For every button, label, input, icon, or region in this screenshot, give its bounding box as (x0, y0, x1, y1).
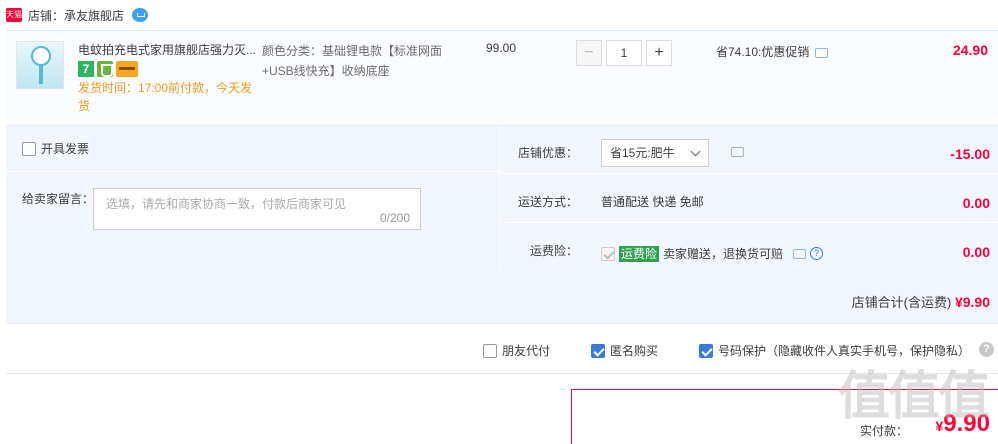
invoice-checkbox[interactable] (22, 141, 36, 156)
number-protect-checkbox[interactable] (699, 343, 713, 358)
coupon-selected-value: 省15元:肥牛 (610, 146, 675, 160)
shop-total: 店铺合计(含运费) ¥9.90 (852, 292, 990, 311)
guarantee-shield-icon (97, 61, 113, 77)
insurance-message-icon[interactable] (793, 248, 807, 259)
seven-day-return-icon: 7 (78, 61, 94, 77)
shipping-method: 普通配送 快递 免邮 (601, 195, 704, 209)
anonymous-checkbox[interactable] (591, 343, 605, 358)
invoice-label: 开具发票 (41, 142, 90, 156)
item-subtotal: 24.90 (952, 42, 988, 58)
discount-text: 省74.10:优惠促销 (716, 45, 810, 59)
service-icons: 7 (78, 61, 138, 77)
insurance-amount: 0.00 (962, 244, 990, 260)
divider (6, 171, 500, 172)
anonymous-option[interactable]: 匿名购买 (591, 342, 658, 359)
unit-price: 99.00 (486, 41, 517, 55)
insurance-info: 运费险 卖家赠送，退换货可赔 ? (601, 245, 824, 262)
cart-item-row: 电蚊拍充电式家用旗舰店强力灭... 7 发货时间：17:00前付款，今天发货 颜… (6, 30, 998, 126)
friend-pay-checkbox[interactable] (483, 343, 497, 358)
insurance-row: 运费险： 运费险 卖家赠送，退换货可赔 ? 0.00 (501, 224, 998, 271)
coupon-message-icon[interactable] (731, 147, 744, 157)
watermark: 值值值 (837, 368, 990, 426)
order-options-panel: 开具发票 给卖家留言： 选填，请先和商家协商一致，付款后商家可见 0/200 店… (6, 126, 998, 324)
quantity-increase-button[interactable]: + (646, 40, 672, 66)
quantity-input[interactable]: 1 (606, 40, 642, 66)
coupon-label: 店铺优惠： (517, 146, 578, 160)
insurance-tag: 运费险 (619, 245, 660, 262)
quantity-decrease-button[interactable]: − (576, 40, 602, 66)
shop-total-label: 店铺合计(含运费) (851, 295, 952, 310)
shipping-amount: 0.00 (962, 195, 990, 211)
product-title-link[interactable]: 电蚊拍充电式家用旗舰店强力灭... (78, 41, 258, 59)
friend-pay-option[interactable]: 朋友代付 (483, 342, 550, 359)
shop-coupon-row: 店铺优惠： 省15元:肥牛 -15.00 (501, 126, 998, 174)
product-thumbnail[interactable] (16, 41, 64, 89)
invoice-option[interactable]: 开具发票 (22, 140, 89, 157)
friend-pay-label: 朋友代付 (502, 344, 551, 358)
shipping-label: 运送方式： (517, 195, 578, 209)
message-char-count: 0/200 (379, 211, 410, 225)
chevron-down-icon (690, 146, 701, 157)
coupon-amount: -15.00 (950, 146, 990, 162)
coupon-select[interactable]: 省15元:肥牛 (601, 139, 709, 167)
insurance-text: 卖家赠送，退换货可赔 (663, 247, 784, 261)
help-icon[interactable]: ? (810, 247, 824, 260)
quantity-stepper: − 1 + (576, 40, 672, 66)
discount-info: 省74.10:优惠促销 (716, 43, 829, 60)
ship-time-text: 发货时间：17:00前付款，今天发货 (78, 81, 253, 113)
message-placeholder: 选填，请先和商家协商一致，付款后商家可见 (106, 197, 347, 211)
seller-message-input[interactable]: 选填，请先和商家协商一致，付款后商家可见 0/200 (93, 188, 421, 230)
seller-message-label: 给卖家留言： (22, 192, 95, 206)
tmall-logo: 天猫 (6, 8, 22, 22)
insurance-label: 运费险： (529, 244, 578, 258)
shop-header: 天猫 店铺：承友旗舰店 (0, 0, 998, 30)
shop-name-link[interactable]: 店铺：承友旗舰店 (28, 7, 124, 24)
product-spec: 颜色分类：基础锂电款【标准网面+USB线快充】收纳底座 (262, 44, 443, 78)
chat-icon[interactable] (132, 8, 149, 22)
shop-total-value: ¥9.90 (954, 294, 990, 310)
insurance-checkbox (601, 246, 615, 261)
message-icon[interactable] (815, 47, 829, 58)
credit-card-icon (116, 61, 138, 77)
anonymous-label: 匿名购买 (610, 344, 659, 358)
shipping-row: 运送方式： 普通配送 快递 免邮 0.00 (501, 175, 998, 223)
order-left-column: 开具发票 给卖家留言： 选填，请先和商家协商一致，付款后商家可见 0/200 (6, 126, 500, 271)
